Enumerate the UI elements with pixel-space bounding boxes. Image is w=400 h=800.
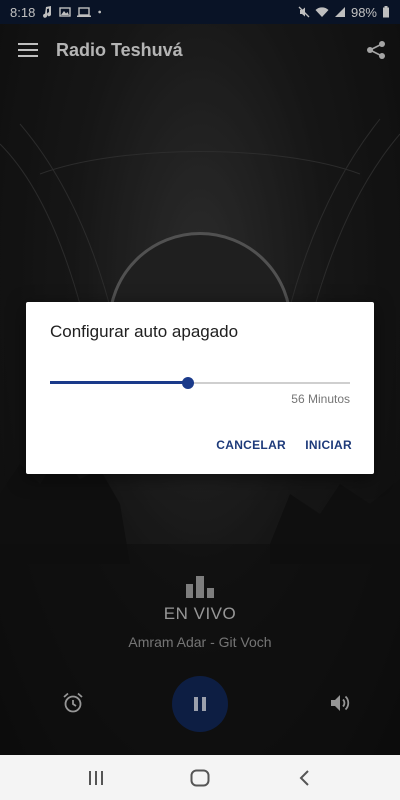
recent-apps-icon — [89, 770, 103, 785]
slider-thumb[interactable] — [182, 377, 194, 389]
slider-value-label: 56 Minutos — [291, 392, 350, 406]
home-button[interactable] — [180, 762, 220, 794]
start-button[interactable]: INICIAR — [305, 438, 352, 452]
cancel-button[interactable]: CANCELAR — [216, 438, 286, 452]
system-nav-bar — [0, 755, 400, 800]
home-icon — [190, 769, 210, 786]
auto-off-dialog: Configurar auto apagado 56 Minutos CANCE… — [26, 302, 374, 474]
timer-slider[interactable] — [50, 374, 350, 392]
dialog-title: Configurar auto apagado — [50, 322, 239, 341]
slider-fill — [50, 381, 188, 384]
back-button[interactable] — [284, 762, 324, 794]
recent-apps-button[interactable] — [76, 762, 116, 794]
back-icon — [299, 769, 309, 786]
